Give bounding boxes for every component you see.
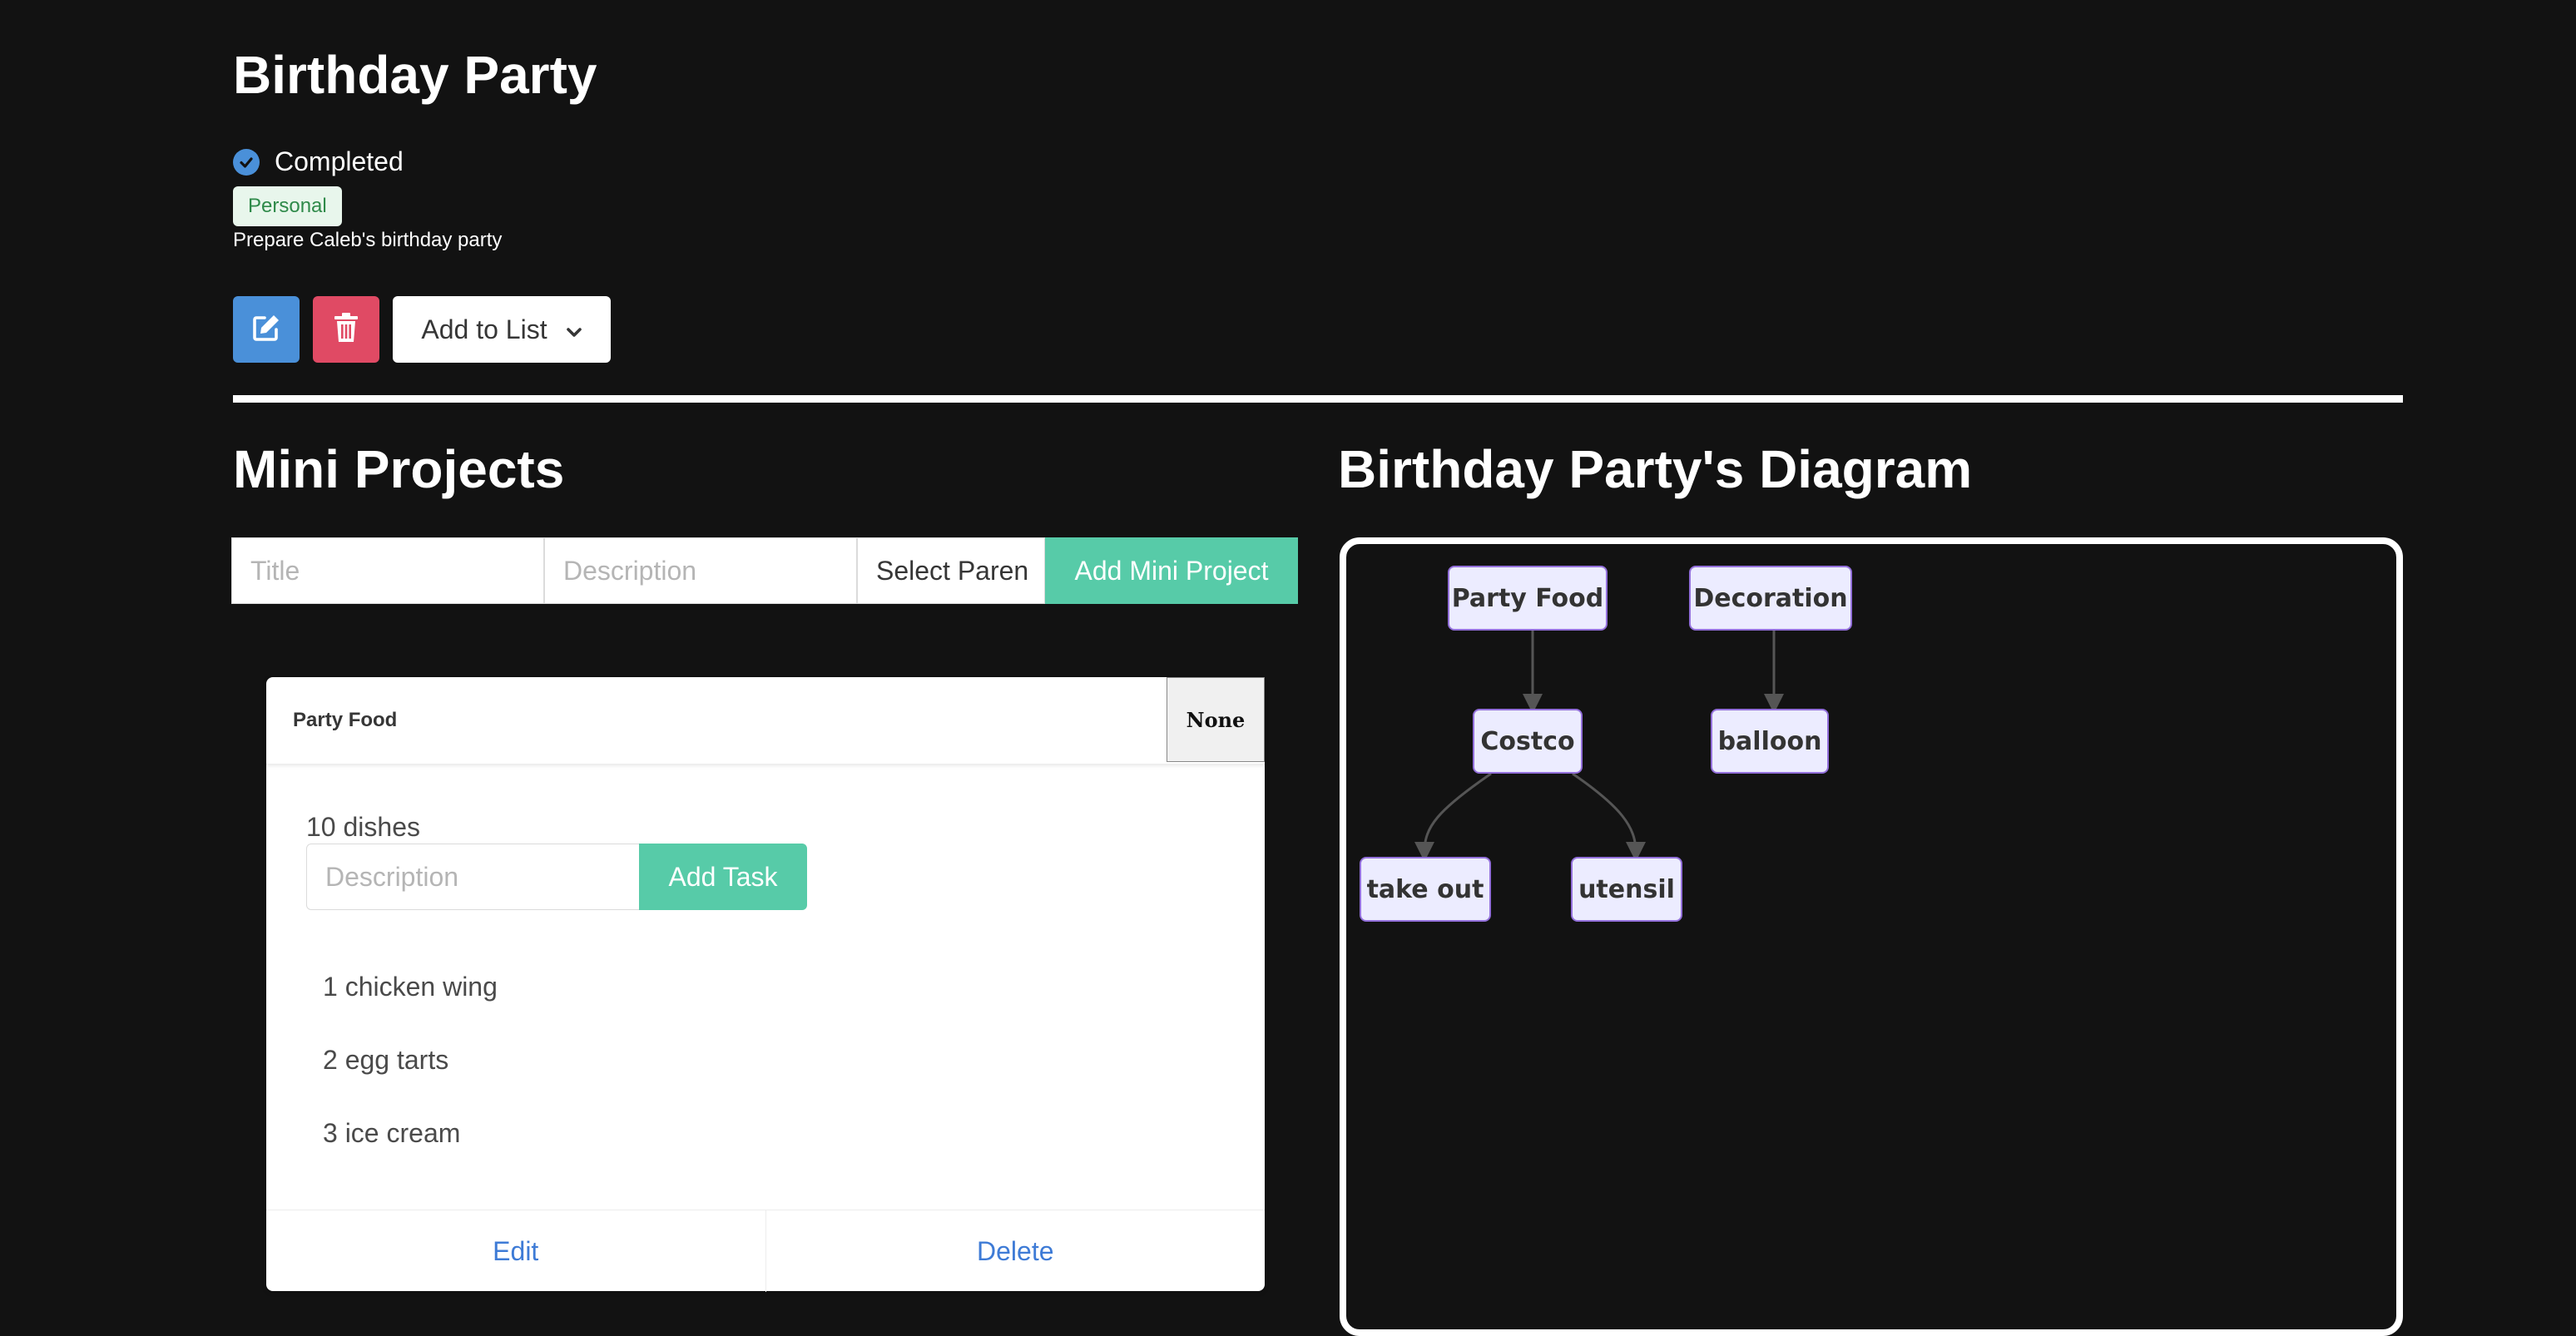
diagram-heading: Birthday Party's Diagram: [1338, 439, 1973, 499]
node-take-out[interactable]: take out: [1360, 857, 1491, 922]
check-circle-icon: [233, 148, 260, 176]
task-description-input[interactable]: [306, 844, 639, 910]
diagram-canvas: Party Food Decoration Costco balloon tak…: [1340, 537, 2403, 1336]
add-mini-project-button[interactable]: Add Mini Project: [1045, 537, 1298, 604]
parent-select[interactable]: None: [1167, 677, 1265, 762]
node-balloon[interactable]: balloon: [1711, 709, 1829, 774]
add-task-button[interactable]: Add Task: [639, 844, 807, 910]
add-to-list-dropdown[interactable]: Add to List: [393, 296, 611, 363]
task-form: Add Task: [306, 844, 807, 910]
edit-button[interactable]: [233, 296, 300, 363]
card-footer: Edit Delete: [266, 1210, 1265, 1292]
card-edit-button[interactable]: Edit: [266, 1210, 765, 1292]
task-item: 2 egg tarts: [323, 1045, 449, 1075]
status-row: Completed: [233, 146, 404, 177]
mini-project-card: Party Food None 10 dishes Add Task 1 chi…: [266, 677, 1265, 1292]
task-item: 1 chicken wing: [323, 972, 498, 1002]
description-input[interactable]: [544, 537, 857, 604]
title-input[interactable]: [231, 537, 544, 604]
chevron-down-icon: [566, 314, 582, 345]
status-text: Completed: [275, 146, 404, 176]
edit-icon: [250, 312, 282, 348]
add-to-list-label: Add to List: [421, 314, 547, 344]
edge-costco-takeout: [1414, 772, 1492, 862]
task-item: 3 ice cream: [323, 1118, 461, 1148]
node-utensil[interactable]: utensil: [1571, 857, 1682, 922]
card-delete-button[interactable]: Delete: [765, 1210, 1266, 1292]
node-decoration[interactable]: Decoration: [1689, 566, 1852, 631]
trash-icon: [334, 312, 359, 347]
diagram-edges: [1414, 631, 1784, 862]
edge-costco-utensil: [1572, 772, 1646, 862]
mini-projects-heading: Mini Projects: [233, 439, 565, 499]
section-divider: [233, 395, 2403, 403]
project-description: Prepare Caleb's birthday party: [233, 229, 503, 251]
card-header: Party Food None: [266, 677, 1265, 764]
node-party-food[interactable]: Party Food: [1448, 566, 1608, 631]
select-parent-dropdown[interactable]: Select Paren: [857, 537, 1045, 604]
page-title: Birthday Party: [233, 45, 597, 105]
card-title: Party Food: [293, 709, 398, 731]
delete-button[interactable]: [313, 296, 379, 363]
category-tag: Personal: [233, 186, 342, 226]
mini-project-form: Select Paren Add Mini Project: [231, 537, 1298, 604]
card-subtitle: 10 dishes: [306, 812, 420, 842]
node-costco[interactable]: Costco: [1473, 709, 1583, 774]
